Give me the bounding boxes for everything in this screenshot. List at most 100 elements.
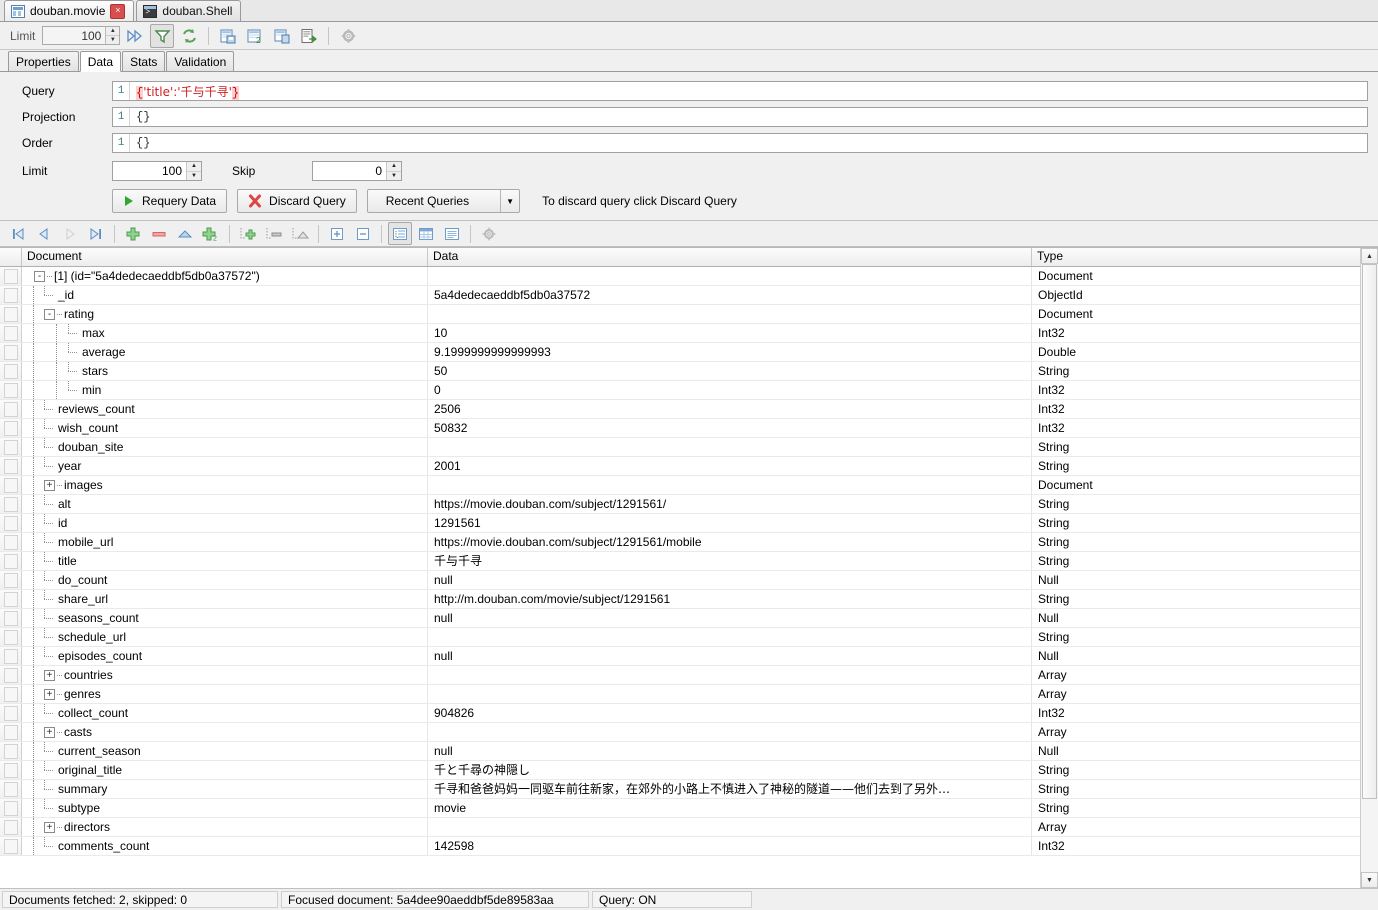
field-value[interactable] [428, 438, 1032, 456]
document-cell[interactable]: wish_count [22, 419, 428, 437]
document-cell[interactable]: collect_count [22, 704, 428, 722]
table-row[interactable]: current_seasonnullNull [0, 742, 1378, 761]
table-row[interactable]: subtypemovieString [0, 799, 1378, 818]
row-marker-cell[interactable] [0, 685, 22, 703]
recent-queries-button[interactable]: Recent Queries ▼ [367, 189, 520, 213]
field-value[interactable] [428, 723, 1032, 741]
table-row[interactable]: episodes_countnullNull [0, 647, 1378, 666]
row-marker-cell[interactable] [0, 381, 22, 399]
row-marker-cell[interactable] [0, 818, 22, 836]
expand-node-icon[interactable]: + [44, 727, 55, 738]
table-row[interactable]: wish_count50832Int32 [0, 419, 1378, 438]
document-cell[interactable]: -rating [22, 305, 428, 323]
table-row[interactable]: +imagesDocument [0, 476, 1378, 495]
add-subfield-button[interactable] [236, 222, 260, 245]
collapse-node-icon[interactable]: - [34, 271, 45, 282]
table-row[interactable]: seasons_countnullNull [0, 609, 1378, 628]
limit-up-icon[interactable]: ▲ [106, 27, 119, 36]
grid-header-type[interactable]: Type [1032, 248, 1378, 266]
add-field-button[interactable] [121, 222, 145, 245]
table-row[interactable]: -ratingDocument [0, 305, 1378, 324]
field-value[interactable]: null [428, 647, 1032, 665]
skip-decrement-icon[interactable]: ▼ [387, 172, 401, 181]
field-value[interactable]: null [428, 571, 1032, 589]
row-marker-cell[interactable] [0, 609, 22, 627]
field-value[interactable]: 50832 [428, 419, 1032, 437]
table-row[interactable]: comments_count142598Int32 [0, 837, 1378, 856]
limit-input[interactable]: 100 ▲ ▼ [112, 161, 202, 181]
document-cell[interactable]: min [22, 381, 428, 399]
document-cell[interactable]: douban_site [22, 438, 428, 456]
table-row[interactable]: reviews_count2506Int32 [0, 400, 1378, 419]
execute-button[interactable] [123, 24, 147, 48]
row-marker-cell[interactable] [0, 514, 22, 532]
table-row[interactable]: _id5a4dedecaeddbf5db0a37572ObjectId [0, 286, 1378, 305]
document-cell[interactable]: seasons_count [22, 609, 428, 627]
query-input[interactable]: 1 {'title':'千与千寻'} [112, 81, 1368, 101]
row-marker-cell[interactable] [0, 552, 22, 570]
scroll-up-icon[interactable]: ▲ [1361, 248, 1378, 264]
document-cell[interactable]: share_url [22, 590, 428, 608]
document-cell[interactable]: +countries [22, 666, 428, 684]
document-cell[interactable]: _id [22, 286, 428, 304]
table-row[interactable]: share_urlhttp://m.douban.com/movie/subje… [0, 590, 1378, 609]
close-icon[interactable]: × [110, 4, 125, 19]
table-row[interactable]: -[1] (id="5a4dedecaeddbf5db0a37572")Docu… [0, 267, 1378, 286]
requery-data-button[interactable]: Requery Data [112, 189, 227, 213]
expand-node-icon[interactable]: + [44, 670, 55, 681]
row-marker-cell[interactable] [0, 837, 22, 855]
edit-field-button[interactable] [173, 222, 197, 245]
filter-button[interactable] [150, 24, 174, 48]
document-cell[interactable]: average [22, 343, 428, 361]
edit-subfield-button[interactable] [288, 222, 312, 245]
row-marker-cell[interactable] [0, 419, 22, 437]
field-value[interactable]: movie [428, 799, 1032, 817]
row-marker-cell[interactable] [0, 647, 22, 665]
limit-toolbar-stepper[interactable]: 100 ▲ ▼ [42, 26, 120, 45]
refresh-button[interactable] [177, 24, 201, 48]
table-row[interactable]: min0Int32 [0, 381, 1378, 400]
document-cell[interactable]: subtype [22, 799, 428, 817]
next-record-button[interactable] [58, 222, 82, 245]
row-marker-cell[interactable] [0, 533, 22, 551]
field-value[interactable]: 5a4dedecaeddbf5db0a37572 [428, 286, 1032, 304]
row-marker-cell[interactable] [0, 799, 22, 817]
table-view-button[interactable] [414, 222, 438, 245]
tab-stats[interactable]: Stats [122, 51, 165, 71]
grid-settings-button[interactable] [477, 222, 501, 245]
field-value[interactable]: null [428, 742, 1032, 760]
field-value[interactable]: 2506 [428, 400, 1032, 418]
table-row[interactable]: summary千寻和爸爸妈妈一同驱车前往新家，在郊外的小路上不慎进入了神秘的隧道… [0, 780, 1378, 799]
field-value[interactable] [428, 818, 1032, 836]
table-row[interactable]: +directorsArray [0, 818, 1378, 837]
table-row[interactable]: +countriesArray [0, 666, 1378, 685]
field-value[interactable]: https://movie.douban.com/subject/1291561… [428, 533, 1032, 551]
skip-input[interactable]: 0 ▲ ▼ [312, 161, 402, 181]
grid-header-data[interactable]: Data [428, 248, 1032, 266]
grid-vertical-scrollbar[interactable]: ▲ ▼ [1360, 248, 1378, 888]
expand-node-icon[interactable]: + [44, 689, 55, 700]
remove-field-button[interactable] [147, 222, 171, 245]
field-value[interactable] [428, 628, 1032, 646]
copy-document-button[interactable] [270, 24, 294, 48]
settings-button[interactable] [336, 24, 360, 48]
row-marker-cell[interactable] [0, 761, 22, 779]
document-cell[interactable]: id [22, 514, 428, 532]
row-marker-cell[interactable] [0, 286, 22, 304]
table-row[interactable]: mobile_urlhttps://movie.douban.com/subje… [0, 533, 1378, 552]
new-document-button[interactable]: 2 [243, 24, 267, 48]
projection-input[interactable]: 1 {} [112, 107, 1368, 127]
document-cell[interactable]: +directors [22, 818, 428, 836]
limit-spinner[interactable]: ▲ ▼ [186, 162, 201, 180]
field-value[interactable]: 50 [428, 362, 1032, 380]
row-marker-cell[interactable] [0, 438, 22, 456]
field-value[interactable]: 904826 [428, 704, 1032, 722]
limit-toolbar-arrows[interactable]: ▲ ▼ [105, 27, 119, 44]
field-value[interactable] [428, 685, 1032, 703]
field-value[interactable] [428, 267, 1032, 285]
document-cell[interactable]: year [22, 457, 428, 475]
window-tab-douban-movie[interactable]: douban.movie × [4, 0, 134, 21]
expand-all-button[interactable] [325, 222, 349, 245]
document-cell[interactable]: title [22, 552, 428, 570]
table-row[interactable]: title千与千寻String [0, 552, 1378, 571]
